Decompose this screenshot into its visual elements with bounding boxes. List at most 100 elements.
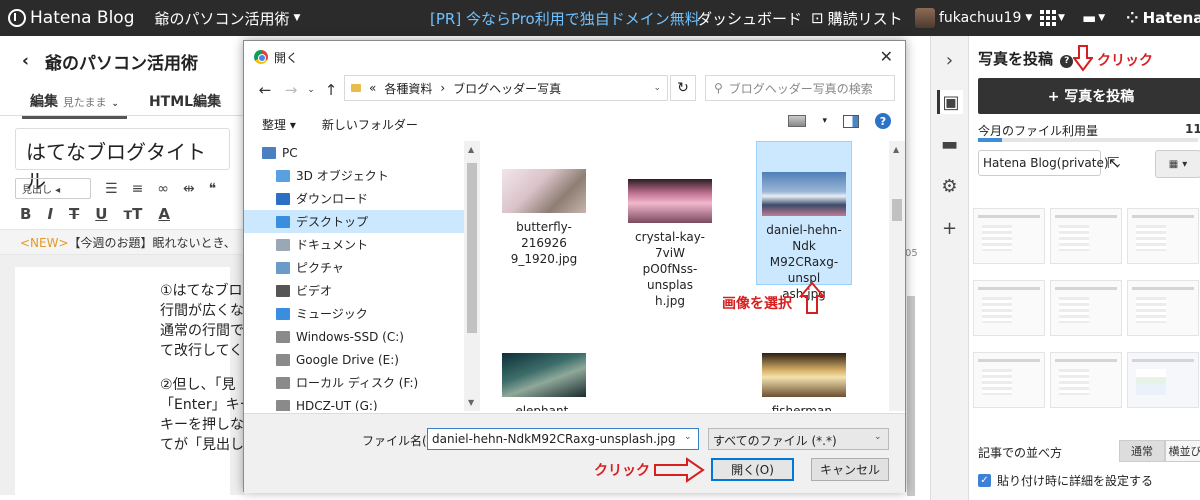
path-segment[interactable]: ブログヘッダー写真 — [453, 80, 561, 97]
nav-item[interactable]: Windows-SSD (C:) — [244, 325, 480, 348]
file-item[interactable]: daniel-hehn-Ndk M92CRaxg-unspl ash.jpg — [756, 141, 852, 301]
help-icon[interactable]: ? — [1060, 54, 1074, 68]
title-input[interactable]: はてなブログタイトル — [15, 128, 230, 193]
detail-setting-checkbox[interactable]: ✓ 貼り付け時に詳細を設定する — [978, 472, 1153, 489]
folder-icon[interactable]: ▬ — [937, 132, 963, 156]
text-color-icon[interactable]: A — [158, 205, 170, 223]
preview-pane-icon[interactable] — [843, 114, 859, 128]
file-type-select[interactable]: すべてのファイル (*.*) — [708, 428, 889, 450]
notifications-menu[interactable]: ▬ ▼ — [1082, 9, 1105, 27]
sort-side-button[interactable]: 横並び — [1165, 440, 1200, 462]
italic-icon[interactable]: I — [47, 205, 53, 223]
plus-icon[interactable]: + — [937, 216, 963, 240]
tab-edit[interactable]: 編集 見たまま ⌄ — [22, 91, 127, 119]
open-button[interactable]: 開く(O) — [711, 458, 794, 481]
apps-menu[interactable]: ▼ — [1040, 10, 1065, 26]
search-input[interactable]: ⚲ ブログヘッダー写真の検索 — [705, 75, 895, 101]
photo-thumbnail[interactable] — [1127, 352, 1199, 408]
nav-item[interactable]: ミュージック — [244, 302, 480, 325]
weekly-topic-notice[interactable]: <NEW>【今週のお題】眠れないとき、 — [0, 229, 245, 255]
gear-icon[interactable]: ⚙ — [937, 174, 963, 198]
photo-thumbnail[interactable] — [1127, 208, 1199, 264]
path-segment[interactable]: 各種資料 — [384, 80, 432, 97]
file-name-input[interactable]: daniel-hehn-NdkM92CRaxg-unsplash.jpg — [427, 428, 699, 450]
photo-thumbnail[interactable] — [1050, 280, 1122, 336]
sort-normal-button[interactable]: 通常 — [1119, 440, 1165, 462]
photo-thumbnail[interactable] — [973, 208, 1045, 264]
back-arrow-icon[interactable]: ← — [252, 81, 278, 99]
search-placeholder: ブログヘッダー写真の検索 — [728, 81, 873, 96]
hr-icon[interactable]: ⇹ — [183, 181, 195, 197]
font-size-icon[interactable]: ᴛT — [123, 205, 142, 223]
post-photo-button[interactable]: + 写真を投稿 — [978, 78, 1200, 114]
blog-name-menu[interactable]: 爺のパソコン活用術 ▼ — [155, 8, 301, 29]
nav-item[interactable]: ドキュメント — [244, 233, 480, 256]
nav-item[interactable]: デスクトップ — [244, 210, 480, 233]
bullet-list-icon[interactable]: ☰ — [105, 181, 118, 197]
scroll-thumb[interactable] — [892, 199, 902, 221]
scroll-down-icon[interactable]: ▼ — [468, 398, 474, 407]
scroll-up-icon[interactable]: ▲ — [893, 145, 899, 154]
strikethrough-icon[interactable]: T — [69, 205, 79, 223]
navigation-scrollbar[interactable]: ▲ ▼ — [464, 141, 480, 411]
refresh-button[interactable]: ↻ — [670, 75, 696, 101]
collapse-chevron-icon[interactable]: › — [937, 48, 963, 72]
chevron-down-icon[interactable]: ⌄ — [653, 83, 661, 93]
nav-item[interactable]: ピクチャ — [244, 256, 480, 279]
tab-html-edit[interactable]: HTML編集 — [149, 91, 221, 111]
nav-item[interactable]: ビデオ — [244, 279, 480, 302]
album-select[interactable]: Hatena Blog(private) ⌄ — [978, 150, 1122, 176]
file-scrollbar[interactable]: ▲ — [889, 141, 905, 411]
nav-item[interactable]: ダウンロード — [244, 187, 480, 210]
new-folder-button[interactable]: 新しいフォルダー — [322, 116, 418, 133]
view-mode-icon[interactable] — [788, 115, 807, 127]
view-toggle-button[interactable]: ▦ ▾ — [1155, 150, 1200, 178]
link-icon[interactable]: ∞ — [157, 181, 169, 197]
quote-icon[interactable]: ❝ — [209, 181, 217, 197]
pro-promo-link[interactable]: [PR] 今ならPro利用で独自ドメイン無料 — [430, 8, 700, 29]
up-arrow-icon[interactable]: ↑ — [318, 81, 344, 99]
photo-thumbnail[interactable] — [1050, 208, 1122, 264]
nav-item[interactable]: HDCZ-UT (G:) — [244, 394, 480, 411]
close-icon[interactable]: ✕ — [880, 47, 893, 66]
file-item[interactable]: elephant-1822636_1920.jpg — [496, 353, 592, 411]
nav-item[interactable]: ローカル ディスク (F:) — [244, 371, 480, 394]
body-editor[interactable]: ①はてなブロ 行間が広くな 通常の行間で て改行してく ②但し、「見 「Ente… — [15, 267, 245, 495]
hatena-link[interactable]: ⁘ Hatena — [1126, 9, 1200, 27]
nav-item[interactable]: PC — [244, 141, 480, 164]
scroll-up-icon[interactable]: ▲ — [468, 145, 474, 154]
nav-item[interactable]: 3D オブジェクト — [244, 164, 480, 187]
photo-thumbnail[interactable] — [1050, 352, 1122, 408]
file-item[interactable]: fisherman-504098_1920.jpg — [756, 353, 852, 411]
hatena-blog-logo[interactable]: Hatena Blog — [8, 8, 135, 28]
bold-icon[interactable]: B — [20, 205, 31, 223]
chevron-down-icon[interactable]: ⌄ — [874, 432, 882, 442]
chevron-down-icon[interactable]: ▾ — [822, 116, 827, 126]
back-icon[interactable]: ‹ — [22, 51, 29, 71]
file-item[interactable]: butterfly-216926 9_1920.jpg — [496, 169, 592, 267]
external-link-icon[interactable]: ⇱ — [1107, 154, 1120, 172]
user-menu[interactable]: fukachuu19 ▼ — [939, 10, 1032, 26]
cancel-button[interactable]: キャンセル — [811, 458, 889, 481]
editor-scrollbar[interactable] — [907, 296, 915, 496]
address-bar[interactable]: « 各種資料 › ブログヘッダー写真 ⌄ — [344, 75, 668, 101]
photo-thumbnail[interactable] — [1127, 280, 1199, 336]
forward-arrow-icon[interactable]: → — [278, 81, 304, 99]
underline-icon[interactable]: U — [95, 205, 107, 223]
photo-icon[interactable]: ▣ — [936, 90, 963, 114]
reading-list-link[interactable]: ⊡ 購読リスト — [811, 8, 903, 29]
heading-select[interactable]: 見出し ◂ — [15, 178, 91, 199]
chevron-down-icon[interactable]: ⌄ — [684, 432, 692, 442]
nav-item[interactable]: Google Drive (E:) — [244, 348, 480, 371]
file-item[interactable]: crystal-kay-7viW pO0fNss-unsplas h.jpg — [622, 179, 718, 309]
avatar[interactable] — [915, 8, 935, 28]
dashboard-link[interactable]: ダッシュボード — [697, 8, 802, 29]
photo-thumbnail[interactable] — [973, 280, 1045, 336]
photo-thumbnail[interactable] — [973, 352, 1045, 408]
organize-menu[interactable]: 整理 ▾ — [262, 116, 296, 133]
recent-locations-icon[interactable]: ⌄ — [304, 85, 318, 95]
file-item[interactable]: field-5065671_1920.jpg — [622, 389, 718, 411]
scroll-thumb[interactable] — [467, 163, 477, 333]
help-icon[interactable]: ? — [875, 113, 891, 129]
numbered-list-icon[interactable]: ≡ — [132, 181, 144, 197]
